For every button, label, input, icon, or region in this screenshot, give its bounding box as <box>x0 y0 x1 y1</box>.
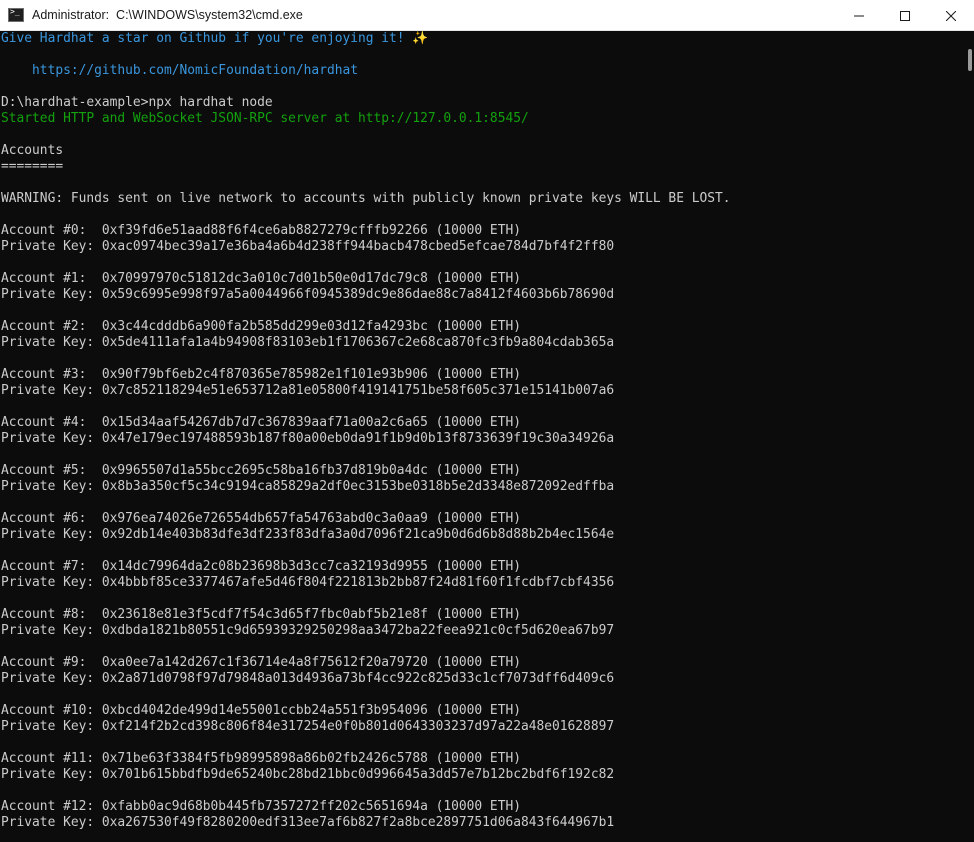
account-line: Account #10: 0xbcd4042de499d14e55001ccbb… <box>1 703 521 718</box>
private-key-line: Private Key: 0x2a871d0798f97d79848a013d4… <box>1 671 615 686</box>
account-line: Account #7: 0x14dc79964da2c08b23698b3d3c… <box>1 559 521 574</box>
cmd-window: Administrator: C:\WINDOWS\system32\cmd.e… <box>0 0 974 842</box>
window-controls <box>836 0 974 31</box>
account-line: Account #9: 0xa0ee7a142d267c1f36714e4a8f… <box>1 655 521 670</box>
private-key-line: Private Key: 0xac0974bec39a17e36ba4a6b4d… <box>1 239 615 254</box>
accounts-underline: ======== <box>1 159 64 174</box>
maximize-button[interactable] <box>882 0 928 31</box>
account-line: Account #12: 0xfabb0ac9d68b0b445fb735727… <box>1 799 521 814</box>
account-line: Account #6: 0x976ea74026e726554db657fa54… <box>1 511 521 526</box>
private-key-line: Private Key: 0x47e179ec197488593b187f80a… <box>1 431 615 446</box>
close-icon <box>946 10 956 21</box>
minimize-button[interactable] <box>836 0 882 31</box>
account-line: Account #4: 0x15d34aaf54267db7d7c367839a… <box>1 415 521 430</box>
account-line: Account #8: 0x23618e81e3f5cdf7f54c3d65f7… <box>1 607 521 622</box>
close-button[interactable] <box>928 0 974 31</box>
account-line: Account #3: 0x90f79bf6eb2c4f870365e78598… <box>1 367 521 382</box>
accounts-heading: Accounts <box>1 143 64 158</box>
maximize-icon <box>900 10 910 21</box>
private-key-line: Private Key: 0xf214f2b2cd398c806f84e3172… <box>1 719 615 734</box>
window-title: Administrator: C:\WINDOWS\system32\cmd.e… <box>32 8 303 22</box>
account-line: Account #11: 0x71be63f3384f5fb98995898a8… <box>1 751 521 766</box>
private-key-line: Private Key: 0x701b615bbdfb9de65240bc28b… <box>1 767 615 782</box>
private-key-line: Private Key: 0x8b3a350cf5c34c9194ca85829… <box>1 479 615 494</box>
server-status: Started HTTP and WebSocket JSON-RPC serv… <box>1 111 529 126</box>
account-line: Account #5: 0x9965507d1a55bcc2695c58ba16… <box>1 463 521 478</box>
private-key-line: Private Key: 0x4bbbf85ce3377467afe5d46f8… <box>1 575 615 590</box>
private-key-line: Private Key: 0x7c852118294e51e653712a81e… <box>1 383 615 398</box>
account-line: Account #2: 0x3c44cdddb6a900fa2b585dd299… <box>1 319 521 334</box>
private-key-line: Private Key: 0x59c6995e998f97a5a0044966f… <box>1 287 615 302</box>
terminal-output[interactable]: Give Hardhat a star on Github if you're … <box>0 31 964 842</box>
star-message: Give Hardhat a star on Github if you're … <box>1 31 429 46</box>
minimize-icon <box>854 15 864 16</box>
title-bar[interactable]: Administrator: C:\WINDOWS\system32\cmd.e… <box>0 0 974 31</box>
private-key-line: Private Key: 0xdbda1821b80551c9d65939329… <box>1 623 615 638</box>
command-prompt: D:\hardhat-example>npx hardhat node <box>1 95 273 110</box>
account-line: Account #1: 0x70997970c51812dc3a010c7d01… <box>1 271 521 286</box>
private-key-line: Private Key: 0x92db14e403b83dfe3df233f83… <box>1 527 615 542</box>
cmd-icon[interactable] <box>8 7 24 22</box>
vertical-scrollbar[interactable] <box>964 31 974 842</box>
scrollbar-thumb[interactable] <box>968 49 972 71</box>
private-key-line: Private Key: 0xa267530f49f8280200edf313e… <box>1 815 615 830</box>
private-key-line: Private Key: 0x5de4111afa1a4b94908f83103… <box>1 335 615 350</box>
account-line: Account #0: 0xf39fd6e51aad88f6f4ce6ab882… <box>1 223 521 238</box>
github-link[interactable]: https://github.com/NomicFoundation/hardh… <box>0 63 964 79</box>
warning-message: WARNING: Funds sent on live network to a… <box>1 191 731 206</box>
